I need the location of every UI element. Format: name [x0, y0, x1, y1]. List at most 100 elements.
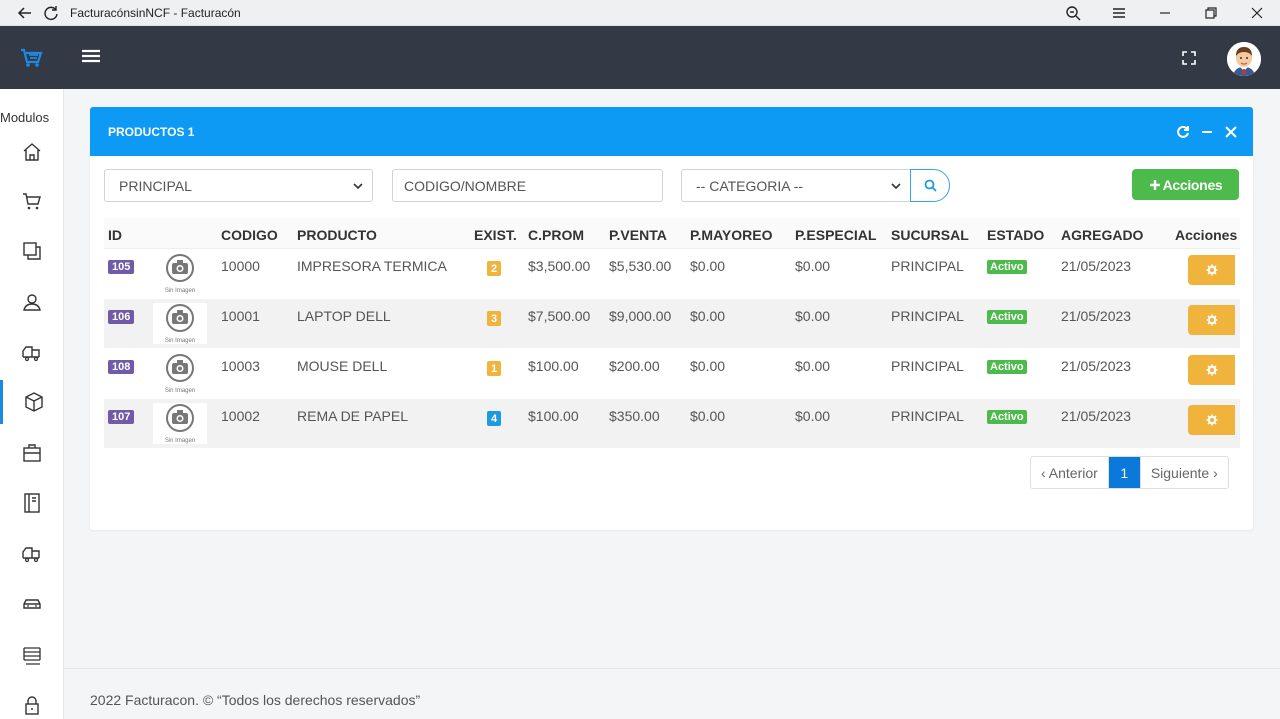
categoria-select-value: -- CATEGORIA -- — [696, 178, 804, 194]
acciones-button[interactable]: Acciones — [1132, 169, 1239, 200]
sidebar-item-documents[interactable] — [0, 229, 64, 273]
gear-icon — [1206, 364, 1218, 376]
col-exist[interactable]: EXIST. — [474, 227, 517, 243]
cell-pmayoreo: $0.00 — [690, 408, 726, 424]
status-badge: Activo — [987, 260, 1027, 274]
close-window-icon[interactable] — [1234, 0, 1280, 26]
app-header — [0, 26, 1280, 89]
current-page-button[interactable]: 1 — [1107, 457, 1140, 488]
menu-icon[interactable] — [1096, 0, 1142, 26]
exist-badge: 1 — [487, 361, 501, 376]
fullscreen-icon[interactable] — [1180, 49, 1198, 67]
status-badge: Activo — [987, 410, 1027, 424]
sidebar-item-users[interactable] — [0, 280, 64, 324]
cell-cprom: $7,500.00 — [528, 308, 591, 324]
next-page-button[interactable]: Siguiente › — [1139, 457, 1228, 488]
products-table: ID CODIGO PRODUCTO EXIST. C.PROM P.VENTA… — [104, 218, 1240, 449]
id-badge: 106 — [108, 310, 135, 324]
server-icon — [23, 647, 41, 665]
col-sucursal[interactable]: SUCURSAL — [891, 227, 969, 243]
sidebar-item-vehicles[interactable] — [0, 582, 64, 626]
sidebar-item-purchases[interactable] — [0, 431, 64, 475]
window-title: FacturacónsinNCF - Facturacón — [70, 5, 241, 20]
acciones-button-label: Acciones — [1162, 176, 1223, 193]
row-actions-button[interactable] — [1188, 255, 1235, 285]
image-caption: Sin Imagen — [164, 387, 196, 394]
col-id[interactable]: ID — [108, 227, 122, 243]
pagination: ‹ Anterior 1 Siguiente › — [1030, 456, 1229, 489]
cart-logo-icon[interactable] — [18, 45, 44, 69]
sidebar: Modulos — [0, 89, 64, 719]
prev-page-button[interactable]: ‹ Anterior — [1031, 457, 1108, 488]
col-codigo[interactable]: CODIGO — [221, 227, 278, 243]
table-row[interactable]: 106 Sin Imagen 10001 LAPTOP DELL 3 $7,500.00 $… — [104, 299, 1240, 349]
table-row[interactable]: 108 Sin Imagen 10003 MOUSE DELL 1 $100.00 $200… — [104, 349, 1240, 399]
cell-sucursal: PRINCIPAL — [891, 308, 964, 324]
cell-producto: REMA DE PAPEL — [297, 408, 409, 424]
sidebar-item-delivery[interactable] — [0, 532, 64, 576]
cell-pespecial: $0.00 — [795, 358, 831, 374]
status-badge: Activo — [987, 310, 1027, 324]
table-row[interactable]: 105 Sin Imagen 10000 IMPRESORA TERMICA 2 $3,5… — [104, 249, 1240, 299]
row-actions-button[interactable] — [1188, 305, 1235, 335]
zoom-icon[interactable] — [1050, 0, 1096, 26]
minimize-icon[interactable] — [1142, 0, 1188, 26]
restore-icon[interactable] — [1188, 0, 1234, 26]
cell-codigo: 10001 — [221, 308, 260, 324]
sidebar-item-sales[interactable] — [0, 179, 64, 223]
search-button[interactable] — [910, 169, 950, 202]
sidebar-item-products[interactable] — [0, 380, 64, 424]
truck-icon — [22, 346, 40, 362]
gear-icon — [1206, 314, 1218, 326]
cell-pespecial: $0.00 — [795, 258, 831, 274]
reload-icon[interactable] — [1175, 124, 1191, 140]
sidebar-item-home[interactable] — [0, 130, 64, 174]
cell-cprom: $3,500.00 — [528, 258, 591, 274]
box-icon — [24, 392, 43, 412]
minimize-panel-icon[interactable] — [1199, 124, 1215, 140]
col-estado[interactable]: ESTADO — [987, 227, 1044, 243]
refresh-icon[interactable] — [38, 0, 64, 26]
sucursal-select[interactable]: PRINCIPAL — [104, 169, 373, 202]
panel-header: PRODUCTOS 1 — [90, 107, 1253, 156]
copy-icon — [23, 242, 41, 260]
user-avatar[interactable] — [1227, 42, 1261, 76]
search-input[interactable] — [392, 169, 663, 202]
sidebar-item-shipping[interactable] — [0, 331, 64, 375]
row-actions-button[interactable] — [1188, 405, 1235, 435]
cell-cprom: $100.00 — [528, 358, 579, 374]
lock-icon — [25, 696, 39, 715]
car-icon — [23, 599, 41, 609]
col-pespecial[interactable]: P.ESPECIAL — [795, 227, 876, 243]
plus-icon — [1149, 179, 1160, 190]
hamburger-menu-icon[interactable] — [80, 46, 102, 68]
camera-icon — [164, 253, 196, 287]
close-panel-icon[interactable] — [1223, 124, 1239, 140]
sidebar-item-security[interactable] — [0, 683, 64, 719]
products-panel: PRODUCTOS 1 PRINCIPAL -- CATEGORIA -- Ac… — [90, 107, 1253, 530]
back-arrow-icon[interactable] — [12, 0, 38, 26]
truck-icon — [22, 547, 40, 563]
col-cprom[interactable]: C.PROM — [528, 227, 584, 243]
col-producto[interactable]: PRODUCTO — [297, 227, 377, 243]
categoria-select[interactable]: -- CATEGORIA -- — [681, 169, 911, 202]
cell-pespecial: $0.00 — [795, 408, 831, 424]
sidebar-item-reports[interactable] — [0, 481, 64, 525]
cell-pventa: $350.00 — [609, 408, 660, 424]
cell-pmayoreo: $0.00 — [690, 258, 726, 274]
image-caption: Sin Imagen — [164, 287, 196, 294]
sidebar-item-inventory[interactable] — [0, 633, 64, 677]
notebook-icon — [24, 493, 40, 513]
col-pmayoreo[interactable]: P.MAYOREO — [690, 227, 772, 243]
chevron-down-icon — [891, 183, 901, 190]
status-badge: Activo — [987, 360, 1027, 374]
cart-icon — [23, 193, 41, 210]
col-agregado[interactable]: AGREGADO — [1061, 227, 1143, 243]
gear-icon — [1206, 264, 1218, 276]
row-actions-button[interactable] — [1188, 355, 1235, 385]
col-pventa[interactable]: P.VENTA — [609, 227, 667, 243]
table-row[interactable]: 107 Sin Imagen 10002 REMA DE PAPEL 4 $100.00 $… — [104, 399, 1240, 449]
home-icon — [23, 143, 41, 161]
exist-badge: 3 — [487, 311, 501, 326]
sidebar-label: Modulos — [0, 110, 50, 125]
